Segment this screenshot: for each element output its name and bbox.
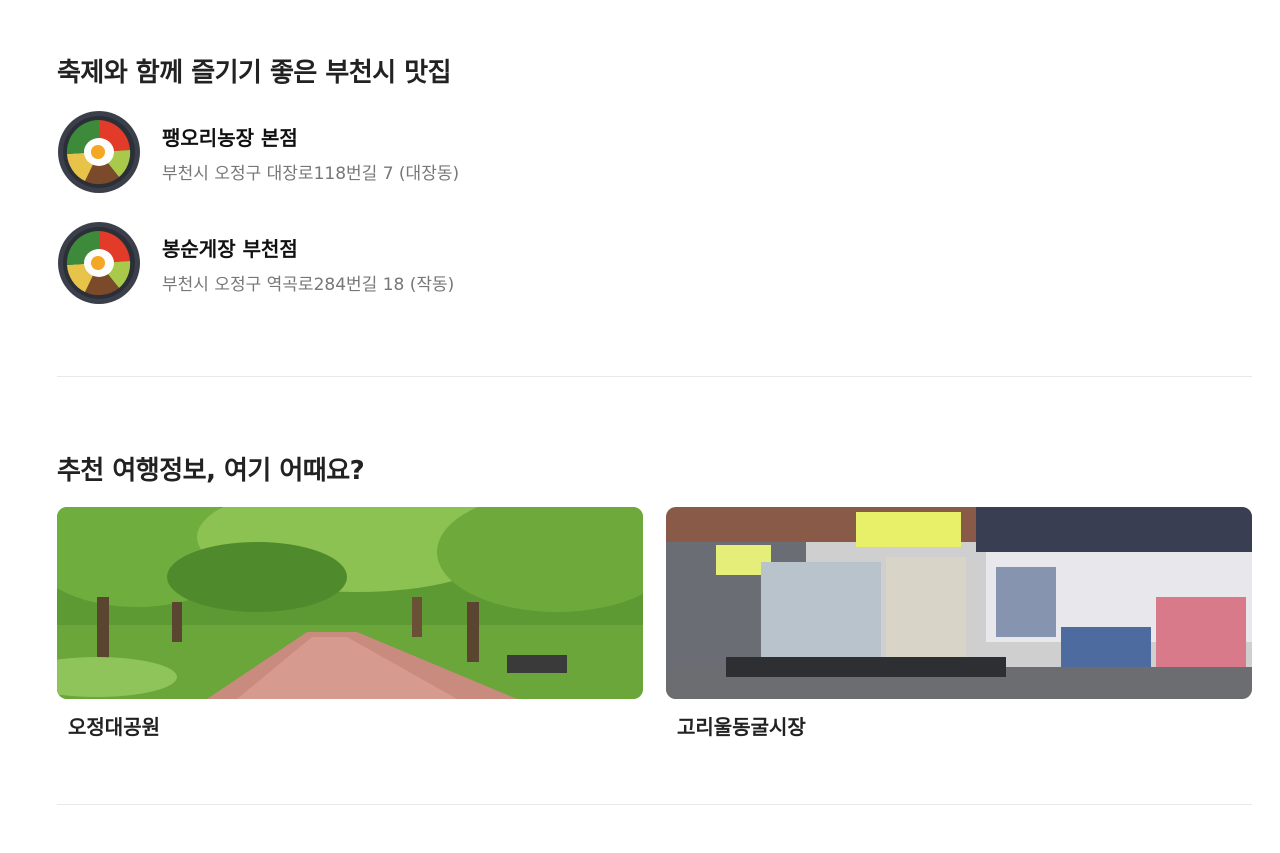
food-section-title: 축제와 함께 즐기기 좋은 부천시 맛집: [57, 58, 452, 88]
restaurant-address: 부천시 오정구 대장로118번길 7 (대장동): [162, 164, 460, 184]
recommend-section-title: 추천 여행정보, 여기 어때요?: [57, 456, 365, 486]
travel-card-title: 고리울동굴시장: [677, 715, 806, 739]
restaurant-address: 부천시 오정구 역곡로284번길 18 (작동): [162, 275, 455, 295]
bibimbap-icon: [58, 222, 140, 304]
bibimbap-icon: [58, 111, 140, 193]
restaurant-item[interactable]: 팽오리농장 본점 부천시 오정구 대장로118번길 7 (대장동): [57, 110, 757, 196]
market-photo: [666, 507, 1252, 699]
restaurant-item[interactable]: 봉순게장 부천점 부천시 오정구 역곡로284번길 18 (작동): [57, 221, 757, 307]
travel-card[interactable]: 고리울동굴시장: [666, 507, 1252, 743]
travel-card-title: 오정대공원: [68, 715, 160, 739]
page: 축제와 함께 즐기기 좋은 부천시 맛집 팽오리농장 본점 부천시 오정구 대장…: [0, 0, 1280, 853]
travel-card[interactable]: 오정대공원: [57, 507, 643, 743]
restaurant-name: 봉순게장 부천점: [162, 237, 298, 261]
park-photo: [57, 507, 643, 699]
restaurant-name: 팽오리농장 본점: [162, 126, 298, 150]
section-divider: [57, 804, 1252, 805]
section-divider: [57, 376, 1252, 377]
